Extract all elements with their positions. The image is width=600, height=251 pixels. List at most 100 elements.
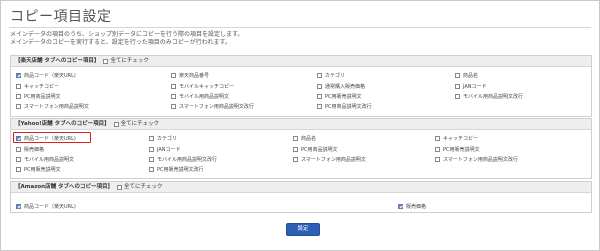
rakuten-section: 【楽天店舗 タブへのコピー項目】 全てにチェック 商品コード（楽天URL) 楽天…: [10, 55, 592, 117]
amazon-item-checkbox[interactable]: [398, 203, 403, 209]
rakuten-item-label: モバイルキャッチコピー: [179, 83, 235, 90]
rakuten-item[interactable]: PC用商品説明文: [16, 92, 61, 100]
yahoo-item-checkbox[interactable]: [293, 146, 298, 152]
yahoo-item[interactable]: PC用販売説明文: [16, 165, 61, 173]
yahoo-item-checkbox[interactable]: [149, 156, 154, 162]
description-line-2: メインデータのコピーを実行すると、設定を行った項目のみコピーが行われます。: [10, 39, 231, 46]
rakuten-item-label: カテゴリ: [325, 72, 346, 79]
yahoo-item-checkbox[interactable]: [16, 156, 21, 162]
yahoo-item-checkbox[interactable]: [16, 146, 21, 152]
page-description: メインデータの項目のうち、ショップ別データにコピーを行う際の項目を設定します。 …: [10, 31, 243, 47]
yahoo-item[interactable]: PC用販売説明文: [435, 145, 480, 153]
amazon-item[interactable]: 商品コード（楽天URL): [16, 202, 76, 210]
rakuten-item[interactable]: 楽天商品番号: [171, 71, 209, 79]
yahoo-item[interactable]: モバイル用商品説明文改行: [149, 155, 217, 163]
rakuten-item[interactable]: PC用販売説明文: [317, 92, 362, 100]
rakuten-item-label: スマートフォン用商品説明文: [24, 103, 89, 110]
rakuten-item-checkbox[interactable]: [171, 72, 176, 78]
rakuten-item[interactable]: スマートフォン用商品説明文改行: [171, 102, 254, 110]
amazon-check-all-label: 全てにチェック: [124, 183, 163, 190]
rakuten-item[interactable]: 商品名: [455, 71, 478, 79]
yahoo-item-label: モバイル用商品説明文: [24, 156, 75, 163]
amazon-item-checkbox[interactable]: [16, 203, 21, 209]
rakuten-item-label: PC用販売説明文: [325, 93, 362, 100]
yahoo-item[interactable]: 商品コード（楽天URL): [16, 134, 76, 142]
amazon-section: 【Amazon店舗 タブへのコピー項目】 全てにチェック 商品コード（楽天URL…: [10, 181, 592, 213]
rakuten-item[interactable]: JANコード: [455, 82, 487, 90]
yahoo-item[interactable]: 商品名: [293, 134, 316, 142]
yahoo-item-checkbox[interactable]: [293, 156, 298, 162]
settings-panel: コピー項目設定 メインデータの項目のうち、ショップ別データにコピーを行う際の項目…: [0, 0, 600, 251]
rakuten-item-checkbox[interactable]: [171, 83, 176, 89]
rakuten-item[interactable]: カテゴリ: [317, 71, 345, 79]
rakuten-item[interactable]: モバイル用商品説明文改行: [455, 92, 523, 100]
yahoo-item-checkbox[interactable]: [435, 135, 440, 141]
rakuten-item-label: モバイル用商品説明文改行: [463, 93, 524, 100]
yahoo-item-checkbox[interactable]: [16, 166, 21, 172]
rakuten-item-checkbox[interactable]: [317, 93, 322, 99]
yahoo-section-header: 【Yahoo!店舗 タブへのコピー項目】 全てにチェック: [11, 119, 591, 130]
yahoo-item[interactable]: カテゴリ: [149, 134, 177, 142]
yahoo-check-all-label: 全てにチェック: [120, 120, 160, 127]
amazon-item[interactable]: 販売価格: [398, 202, 426, 210]
yahoo-item-checkbox[interactable]: [16, 135, 21, 141]
yahoo-check-all-checkbox[interactable]: [113, 121, 119, 127]
rakuten-check-all-checkbox[interactable]: [103, 58, 109, 64]
rakuten-item[interactable]: モバイル用商品説明文: [171, 92, 229, 100]
rakuten-section-title: 【楽天店舗 タブへのコピー項目】: [15, 57, 100, 64]
yahoo-item[interactable]: モバイル用商品説明文: [16, 155, 74, 163]
rakuten-item-checkbox[interactable]: [317, 103, 322, 109]
yahoo-item[interactable]: スマートフォン用商品説明文: [293, 155, 366, 163]
yahoo-item-checkbox[interactable]: [293, 135, 298, 141]
rakuten-item-label: 楽天商品番号: [179, 72, 210, 79]
title-divider: [9, 27, 591, 28]
yahoo-item-label: スマートフォン用商品説明文改行: [443, 156, 518, 163]
amazon-check-all[interactable]: 全てにチェック: [117, 182, 163, 193]
rakuten-item[interactable]: スマートフォン用商品説明文: [16, 102, 89, 110]
rakuten-item-label: 商品コード（楽天URL): [24, 72, 76, 79]
rakuten-item[interactable]: キャッチコピー: [16, 82, 59, 90]
rakuten-check-all[interactable]: 全てにチェック: [103, 56, 149, 67]
rakuten-item-label: PC用商品説明文改行: [325, 103, 372, 110]
rakuten-item-checkbox[interactable]: [16, 83, 21, 89]
yahoo-item-checkbox[interactable]: [435, 146, 440, 152]
yahoo-item-label: モバイル用商品説明文改行: [157, 156, 218, 163]
amazon-section-header: 【Amazon店舗 タブへのコピー項目】 全てにチェック: [11, 182, 591, 193]
yahoo-item[interactable]: JANコード: [149, 145, 181, 153]
rakuten-item-label: 商品名: [463, 72, 479, 79]
submit-button[interactable]: 設定: [286, 223, 320, 236]
rakuten-item-checkbox[interactable]: [455, 72, 460, 78]
rakuten-item-checkbox[interactable]: [171, 103, 176, 109]
rakuten-item-checkbox[interactable]: [455, 93, 460, 99]
yahoo-item-checkbox[interactable]: [149, 135, 154, 141]
rakuten-item[interactable]: モバイルキャッチコピー: [171, 82, 234, 90]
yahoo-item-label: スマートフォン用商品説明文: [301, 156, 366, 163]
rakuten-item[interactable]: PC用商品説明文改行: [317, 102, 372, 110]
yahoo-item-label: キャッチコピー: [443, 135, 479, 142]
rakuten-item-checkbox[interactable]: [171, 93, 176, 99]
rakuten-item-checkbox[interactable]: [317, 72, 322, 78]
yahoo-item[interactable]: キャッチコピー: [435, 134, 478, 142]
page-title: コピー項目設定: [10, 9, 112, 25]
rakuten-item-checkbox[interactable]: [16, 72, 21, 78]
rakuten-item[interactable]: 通常購入販売価格: [317, 82, 365, 90]
rakuten-item-checkbox[interactable]: [455, 83, 460, 89]
yahoo-check-all[interactable]: 全てにチェック: [113, 119, 160, 130]
rakuten-item-checkbox[interactable]: [16, 103, 21, 109]
rakuten-item-label: 通常購入販売価格: [325, 83, 366, 90]
yahoo-item-checkbox[interactable]: [149, 166, 154, 172]
yahoo-item[interactable]: PC用販売説明文改行: [149, 165, 204, 173]
yahoo-item-label: PC用販売説明文: [443, 146, 480, 153]
rakuten-item-checkbox[interactable]: [317, 83, 322, 89]
yahoo-item-label: 商品コード（楽天URL): [24, 135, 76, 142]
yahoo-item[interactable]: PC用商品説明文: [293, 145, 338, 153]
yahoo-item[interactable]: 販売価格: [16, 145, 44, 153]
rakuten-item[interactable]: 商品コード（楽天URL): [16, 71, 76, 79]
amazon-item-label: 商品コード（楽天URL): [24, 203, 76, 210]
yahoo-item[interactable]: スマートフォン用商品説明文改行: [435, 155, 518, 163]
yahoo-section-title: 【Yahoo!店舗 タブへのコピー項目】: [15, 120, 110, 127]
rakuten-item-checkbox[interactable]: [16, 93, 21, 99]
yahoo-item-checkbox[interactable]: [435, 156, 440, 162]
amazon-check-all-checkbox[interactable]: [117, 184, 123, 190]
yahoo-item-checkbox[interactable]: [149, 146, 154, 152]
